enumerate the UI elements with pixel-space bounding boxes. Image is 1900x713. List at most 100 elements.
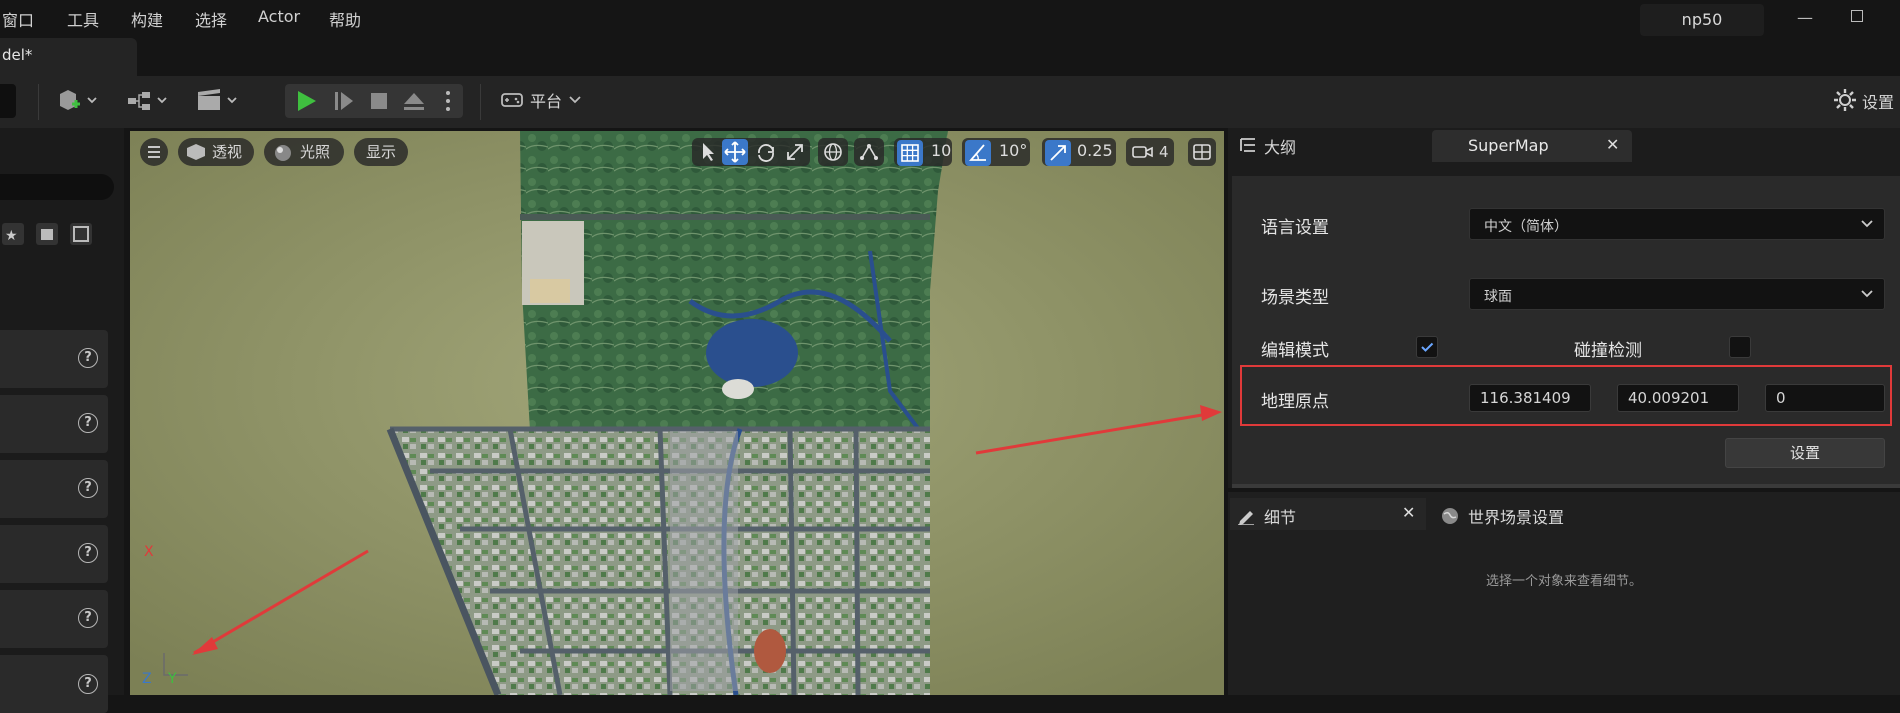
menu-icon	[148, 146, 160, 158]
scene-type-select[interactable]: 球面	[1469, 278, 1885, 310]
rotate-icon[interactable]	[754, 141, 778, 165]
stop-icon[interactable]	[365, 84, 393, 118]
camera-icon	[1132, 146, 1153, 158]
perspective-button[interactable]: 透视	[178, 138, 254, 166]
geo-origin-height-input[interactable]: 0	[1765, 384, 1885, 412]
axis-z-label: Z	[142, 671, 152, 687]
checkmark-icon	[1421, 342, 1434, 352]
world-local-button[interactable]	[818, 138, 848, 166]
language-select[interactable]: 中文（简体）	[1469, 208, 1885, 240]
axis-y-label: Y	[167, 671, 177, 687]
document-tab-bar	[0, 38, 1900, 76]
save-button[interactable]	[0, 84, 16, 118]
add-actor-icon[interactable]	[54, 84, 102, 118]
angle-icon	[969, 144, 986, 161]
help-icon[interactable]: ?	[78, 543, 98, 563]
translate-tool-button[interactable]	[722, 139, 748, 165]
select-cursor-icon[interactable]	[697, 140, 719, 164]
edit-mode-label: 编辑模式	[1261, 341, 1329, 361]
scene-type-label: 场景类型	[1261, 288, 1329, 308]
edit-mode-checkbox[interactable]	[1416, 336, 1438, 358]
collision-checkbox[interactable]	[1729, 336, 1751, 358]
details-empty-hint: 选择一个对象来查看细节。	[1485, 574, 1642, 589]
language-value: 中文（简体）	[1484, 219, 1568, 235]
settings-button[interactable]: 设置	[1862, 89, 1894, 113]
tab-outliner[interactable]: 大纲	[1228, 128, 1428, 162]
lighting-label: 光照	[300, 143, 331, 161]
apply-settings-button[interactable]: 设置	[1725, 438, 1885, 468]
language-label: 语言设置	[1261, 218, 1329, 238]
perspective-label: 透视	[212, 143, 243, 161]
more-options-icon[interactable]	[440, 84, 456, 118]
surface-snap-button[interactable]	[854, 138, 884, 166]
menu-build[interactable]: 构建	[131, 7, 163, 31]
camera-speed-value: 4	[1159, 143, 1169, 161]
tab-world-settings[interactable]: 世界场景设置	[1440, 500, 1650, 530]
platform-button[interactable]: 平台	[530, 88, 562, 112]
outliner-icon	[1240, 138, 1255, 152]
tab-world-settings-label: 世界场景设置	[1468, 508, 1565, 527]
level-viewport[interactable]: X Z Y	[130, 131, 1224, 695]
axis-x-label: X	[144, 544, 154, 560]
cube-icon	[187, 144, 205, 160]
lit-sphere-icon	[275, 145, 291, 161]
help-icon[interactable]: ?	[78, 478, 98, 498]
skip-frame-icon[interactable]	[330, 84, 358, 118]
lighting-button[interactable]: 光照	[264, 138, 344, 166]
scale-snap-icon	[1050, 145, 1066, 161]
menu-help[interactable]: 帮助	[329, 7, 361, 31]
project-name: np50	[1640, 4, 1764, 36]
list-item[interactable]: ?	[0, 590, 108, 648]
surface-snap-icon	[860, 144, 878, 160]
minimize-icon[interactable]: —	[1797, 8, 1813, 27]
show-label: 显示	[365, 143, 396, 161]
scale-snap-value: 0.25	[1077, 141, 1113, 160]
help-icon[interactable]: ?	[78, 348, 98, 368]
scrollbar[interactable]	[1232, 484, 1900, 488]
search-input[interactable]	[0, 174, 114, 200]
rotation-snap-toggle[interactable]	[965, 140, 991, 166]
rotation-snap-value: 10°	[999, 141, 1028, 160]
list-item[interactable]: ?	[0, 460, 108, 518]
tab-details[interactable]: 细节 ✕	[1230, 498, 1426, 530]
list-item[interactable]: ?	[0, 655, 108, 713]
eject-icon[interactable]	[400, 84, 428, 118]
menu-window[interactable]: 窗口	[2, 7, 34, 31]
menu-select[interactable]: 选择	[195, 7, 227, 31]
layout-icon	[1193, 144, 1211, 160]
close-icon[interactable]: ✕	[1606, 135, 1619, 154]
restore-icon[interactable]	[1851, 10, 1863, 22]
platform-icon	[501, 93, 523, 107]
camera-speed-control[interactable]: 4	[1126, 138, 1174, 166]
scene-type-value: 球面	[1484, 289, 1512, 305]
scale-icon[interactable]	[784, 141, 806, 163]
cinematics-icon[interactable]	[194, 84, 242, 118]
grid-snap-toggle[interactable]	[897, 140, 923, 166]
chevron-down-icon	[569, 96, 581, 104]
chevron-down-icon	[1861, 290, 1873, 298]
help-icon[interactable]: ?	[78, 413, 98, 433]
close-icon[interactable]: ✕	[1402, 503, 1415, 522]
list-item[interactable]: ?	[0, 395, 108, 453]
geo-origin-latitude-input[interactable]: 40.009201	[1617, 384, 1739, 412]
blueprint-icon[interactable]	[124, 84, 172, 118]
scale-snap-toggle[interactable]	[1045, 140, 1071, 166]
help-icon[interactable]: ?	[78, 608, 98, 628]
chevron-down-icon	[1861, 220, 1873, 228]
filter-icons: ★	[0, 220, 96, 248]
help-icon[interactable]: ?	[78, 674, 98, 694]
globe-icon	[824, 143, 842, 161]
show-button[interactable]: 显示	[354, 138, 408, 166]
menu-actor[interactable]: Actor	[258, 7, 300, 26]
level-tab[interactable]: del*	[0, 38, 137, 76]
geo-origin-longitude-input[interactable]: 116.381409	[1469, 384, 1591, 412]
viewport-layout-button[interactable]	[1188, 138, 1216, 166]
play-icon[interactable]	[292, 84, 320, 118]
collision-label: 碰撞检测	[1574, 341, 1642, 361]
viewport-menu-button[interactable]	[140, 138, 168, 166]
gear-icon[interactable]	[1832, 87, 1858, 113]
list-item[interactable]: ?	[0, 330, 108, 388]
list-item[interactable]: ?	[0, 525, 108, 583]
tab-supermap[interactable]: SuperMap ✕	[1432, 130, 1632, 162]
menu-tools[interactable]: 工具	[67, 7, 99, 31]
